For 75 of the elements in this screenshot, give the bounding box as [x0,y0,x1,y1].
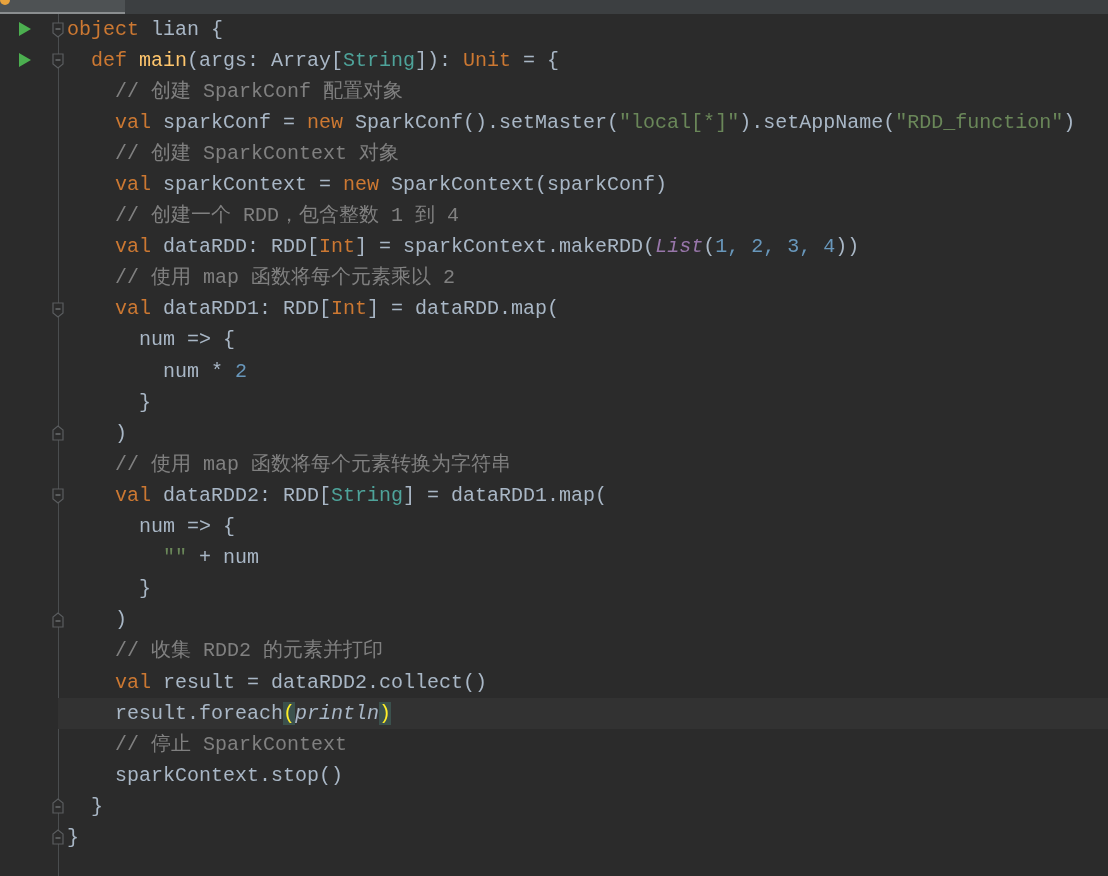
string-literal: "" [162,546,188,570]
code-text: ).setAppName( [739,110,896,134]
keyword: def [90,48,128,72]
code-text: (args: Array[ [187,48,344,72]
keyword: new [307,110,344,134]
string-literal: "local[*]" [619,110,740,134]
editor-tab[interactable] [0,0,125,14]
code-text: } [138,577,151,601]
keyword: Int [331,297,368,321]
code-text: println [295,701,380,725]
code-comment: // 使用 map 函数将每个元素乘以 2 [114,266,456,290]
keyword: Int [319,235,356,259]
code-text: ] = dataRDD.map( [367,297,560,321]
keyword: new [343,173,380,196]
code-comment: // 创建一个 RDD，包含整数 1 到 4 [114,204,460,228]
number-literal: 2 [235,359,248,383]
code-text: } [138,390,151,414]
code-text: ) [114,608,127,632]
code-text: num => { [138,515,236,539]
code-text: ] = sparkContext.makeRDD( [355,235,656,259]
keyword: val [114,670,151,694]
type-name: String [343,48,416,72]
code-text: List [655,235,704,259]
code-text: = { [522,48,560,72]
code-text: ]): [415,48,453,72]
type-name: String [331,483,404,507]
code-comment: // 创建 SparkConf 配置对象 [114,79,404,103]
run-icon[interactable] [19,53,31,68]
fold-icon[interactable] [52,425,64,442]
code-text: sparkConf = [162,110,297,134]
code-text: num * [162,359,225,383]
code-comment: // 收集 RDD2 的元素并打印 [114,639,384,663]
code-text: SparkContext(sparkConf) [390,173,668,196]
code-text: lian { [150,17,224,41]
matched-bracket: ( [283,701,296,725]
matched-bracket: ) [379,701,392,725]
fold-icon[interactable] [52,53,64,70]
code-text: sparkContext.stop() [114,763,344,787]
code-text: result.foreach [114,701,284,725]
fold-icon[interactable] [52,22,64,38]
file-icon [0,0,10,8]
fold-icon[interactable] [52,798,64,815]
keyword: Unit [463,48,512,72]
code-text: result = dataRDD2.collect() [162,670,488,694]
keyword: val [114,110,151,134]
code-text: } [67,826,79,849]
fold-icon[interactable] [52,301,64,318]
run-icon[interactable] [19,22,31,36]
function-name: main [139,48,188,72]
code-text: SparkConf().setMaster( [354,110,620,134]
code-text: } [90,794,103,818]
code-text: + num [198,546,260,570]
keyword: object [67,17,139,41]
code-comment: // 停止 SparkContext [114,732,348,756]
code-text: )) [835,235,860,259]
code-text: ) [1063,110,1076,134]
code-text: dataRDD1: RDD[ [162,297,332,321]
code-text: ) [114,421,127,445]
number-literal: 1, 2, 3, 4 [715,235,836,259]
keyword: val [114,483,151,507]
code-comment: // 使用 map 函数将每个元素转换为字符串 [114,452,512,476]
code-text: ( [703,235,716,259]
fold-icon[interactable] [52,488,64,505]
code-text: num => { [138,328,236,352]
code-text: dataRDD2: RDD[ [162,483,332,507]
keyword: val [114,235,151,259]
fold-icon[interactable] [52,829,64,846]
code-comment: // 创建 SparkContext 对象 [114,141,400,165]
keyword: val [114,297,151,321]
fold-icon[interactable] [52,611,64,628]
code-text: ] = dataRDD1.map( [403,483,608,507]
code-text: dataRDD: RDD[ [162,235,320,259]
string-literal: "RDD_function" [895,110,1064,134]
keyword: val [114,173,151,196]
code-text: sparkContext = [162,173,333,196]
